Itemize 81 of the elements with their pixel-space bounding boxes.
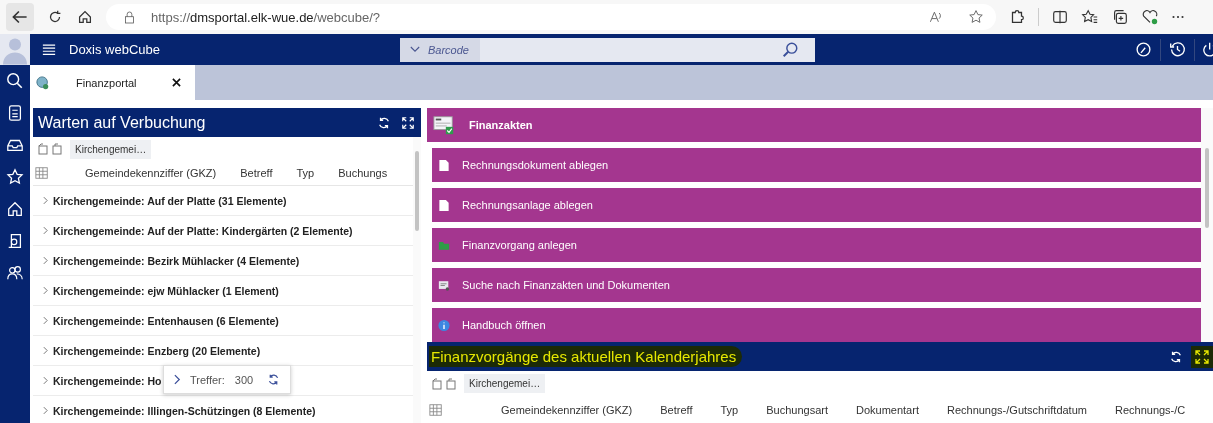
panel-title: Finanzakten [469,119,533,131]
group-row[interactable]: Kirchengemeinde: Bezirk Mühlacker (4 Elemente) [33,246,413,276]
table-settings-icon[interactable] [35,166,49,180]
group-row[interactable]: Kirchengemeinde: Auf der Platte (31 Elemente) [33,186,413,216]
search-card-icon [438,278,450,292]
chevron-right-icon[interactable] [174,374,181,385]
tab[interactable]: Finanzportal [30,65,195,100]
home-icon[interactable] [6,200,24,218]
address-bar[interactable]: https://dmsportal.elk-wue.de/webcube/? [106,4,996,30]
column-header[interactable]: Buchungsart [766,403,828,416]
health-icon[interactable] [1141,8,1159,26]
chevron-right-icon [43,346,48,355]
refresh-icon[interactable] [1169,349,1183,364]
panel-title: Finanzvorgänge des aktuellen Kalenderjahres [429,346,743,367]
home-icon[interactable] [76,8,94,26]
globe-icon [36,75,50,90]
chevron-right-icon [43,406,48,415]
people-icon[interactable] [6,264,24,282]
column-header[interactable]: Rechnungs-/C [1114,403,1186,416]
back-icon[interactable] [6,3,34,31]
group-row[interactable]: Kirchengemeinde: Entenhausen (6 Elemente) [33,306,413,336]
search-icon[interactable] [6,72,24,90]
panel-title: Warten auf Verbuchung [38,113,206,132]
favorites-icon[interactable] [1081,8,1099,26]
barcode-search-field[interactable]: Barcode [400,37,815,62]
grouping-chip[interactable]: Kirchengemei… [70,139,152,159]
column-header[interactable]: Betreff [660,403,693,416]
table-settings-icon[interactable] [429,402,443,417]
history-icon[interactable] [1169,41,1186,58]
gauge-icon[interactable] [1135,41,1152,58]
search-icon[interactable] [781,40,799,59]
power-icon[interactable] [1203,41,1213,58]
close-icon[interactable] [172,78,181,87]
read-aloud-icon[interactable] [928,9,944,25]
column-header[interactable]: Dokumentart [855,403,919,416]
document-icon [438,198,450,212]
column-header[interactable]: Typ [296,167,315,179]
expand-all-icon[interactable] [51,143,63,155]
collapse-all-icon[interactable] [431,377,443,390]
refresh-icon[interactable] [267,373,281,386]
column-header[interactable]: Rechnungs-/Gutschriftdatum [946,403,1087,416]
group-row[interactable]: Kirchengemeinde: Auf der Platte: Kindergärten (2 Elemente) [33,216,413,246]
folder-check-icon [433,114,455,136]
hits-label: Treffer: [190,373,225,386]
chevron-icon [410,46,420,53]
column-header[interactable]: Buchungs [338,167,388,179]
chevron-right-icon [43,226,48,235]
document-icon [438,158,450,172]
grouping-chip[interactable]: Kirchengemei… [464,374,546,393]
column-header[interactable]: Betreff [240,167,273,179]
chevron-right-icon [43,376,48,385]
lock-icon [124,10,135,24]
search-type-dropdown[interactable]: Barcode [400,37,480,62]
group-row[interactable]: Kirchengemeinde: ejw Mühlacker (1 Element) [33,276,413,306]
info-icon [438,318,450,332]
chevron-right-icon [43,256,48,265]
action-button[interactable]: Handbuch öffnen [432,308,1201,342]
menu-icon[interactable] [42,43,56,56]
expand-all-icon[interactable] [445,377,457,390]
collections-icon[interactable] [1111,8,1129,26]
app-title: Doxis webCube [69,42,162,57]
document-search-icon[interactable] [6,232,24,250]
action-button[interactable]: Rechnungsdokument ablegen [432,148,1201,182]
action-button[interactable]: Rechnungsanlage ablegen [432,188,1201,222]
refresh-icon[interactable] [377,115,391,130]
expand-icon[interactable] [1191,345,1213,368]
chevron-right-icon [43,286,48,295]
document-icon[interactable] [6,104,24,122]
column-header[interactable]: Gemeindekennziffer (GKZ) [85,167,217,179]
action-button[interactable]: Suche nach Finanzakten und Dokumenten [432,268,1201,302]
star-icon[interactable] [6,168,24,186]
hits-count: 300 [234,373,254,386]
split-screen-icon[interactable] [1051,8,1069,26]
chevron-right-icon [43,316,48,325]
star-icon[interactable] [968,9,984,25]
expand-icon[interactable] [401,115,415,130]
action-button[interactable]: Finanzvorgang anlegen [432,228,1201,262]
collapse-all-icon[interactable] [37,143,49,155]
column-header[interactable]: Typ [720,403,739,416]
chevron-right-icon [43,196,48,205]
column-header[interactable]: Gemeindekennziffer (GKZ) [501,403,633,416]
